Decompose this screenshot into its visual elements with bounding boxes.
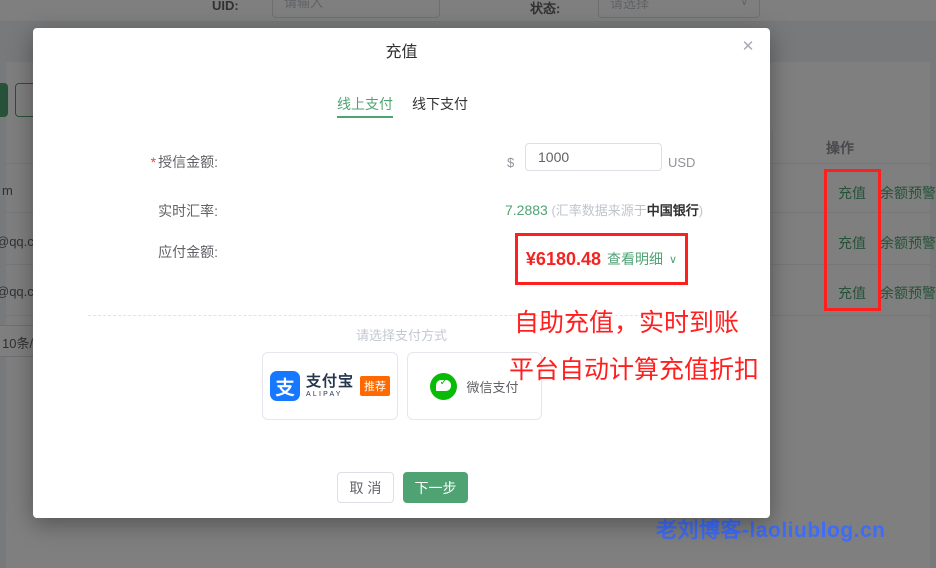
next-step-button[interactable]: 下一步 <box>403 472 468 503</box>
alipay-icon: 支 <box>270 371 300 401</box>
chevron-down-icon[interactable]: ∨ <box>669 253 677 266</box>
credit-amount-label: *授信金额: <box>108 152 218 172</box>
wechat-pay-icon: ✓ <box>430 373 457 400</box>
cancel-button[interactable]: 取 消 <box>337 472 394 503</box>
recommended-badge: 推荐 <box>360 376 390 396</box>
tab-offline-payment[interactable]: 线下支付 <box>412 94 468 114</box>
app-page: UID: 状态: 请选择 ∨ 操作 m @qq.cc @qq.cc 充值 余额预… <box>0 0 936 568</box>
exchange-rate-value: 7.2883 <box>505 202 548 218</box>
annotation-box-recharge-column <box>824 169 881 311</box>
recharge-dialog: 充值 ✕ 线上支付 线下支付 *授信金额: $ USD 实时汇率: 7.2883… <box>33 28 770 518</box>
currency-prefix: $ <box>507 155 514 170</box>
rate-source-note: (汇率数据来源于 <box>548 203 647 218</box>
view-detail-link[interactable]: 查看明细 <box>607 249 663 269</box>
close-icon[interactable]: ✕ <box>736 35 760 59</box>
annotation-text-2: 平台自动计算充值折扣 <box>509 350 759 386</box>
wechat-bubble-shape: ✓ <box>436 380 451 391</box>
exchange-rate-value-line: 7.2883 (汇率数据来源于中国银行) <box>505 200 703 219</box>
amount-input[interactable] <box>525 143 662 171</box>
active-tab-underline <box>337 116 393 118</box>
rate-source-name: 中国银行 <box>647 203 699 218</box>
required-asterisk: * <box>151 154 156 170</box>
alipay-brand-en: ALIPAY <box>306 391 354 398</box>
exchange-rate-label: 实时汇率: <box>108 201 218 221</box>
payable-amount-value: ¥6180.48 <box>526 249 601 270</box>
watermark: 老刘博客-laoliublog.cn <box>656 514 886 544</box>
annotation-box-payable: ¥6180.48 查看明细 ∨ <box>515 233 688 285</box>
tab-online-payment[interactable]: 线上支付 <box>337 94 393 114</box>
alipay-brand-cn: 支付宝 <box>306 374 354 389</box>
payable-amount-label: 应付金额: <box>108 242 218 262</box>
dialog-title: 充值 <box>33 38 770 62</box>
annotation-text-1: 自助充值，实时到账 <box>514 303 739 339</box>
alipay-brand: 支付宝 ALIPAY <box>306 374 354 398</box>
currency-suffix: USD <box>668 155 695 170</box>
alipay-option[interactable]: 支 支付宝 ALIPAY 推荐 <box>262 352 398 420</box>
wechat-check-glyph: ✓ <box>439 377 447 388</box>
